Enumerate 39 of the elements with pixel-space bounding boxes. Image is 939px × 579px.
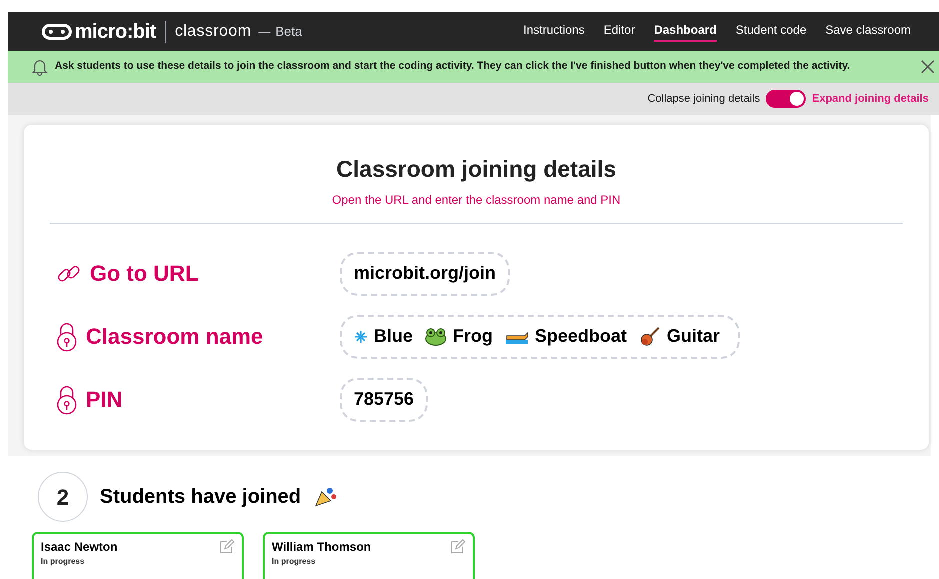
lock-icon (56, 322, 78, 352)
sparkle-icon (354, 330, 368, 344)
party-popper-icon (313, 486, 338, 508)
student-status: In progress (41, 557, 86, 567)
students-heading: Students have joined (100, 485, 302, 510)
toggle-label: Collapse joining details (648, 92, 760, 107)
value-text: microbit.org/join (354, 262, 496, 285)
name-word: Guitar (667, 325, 720, 348)
frog-icon (425, 328, 448, 346)
guitar-icon (639, 326, 662, 348)
value-text: 785756 (354, 388, 414, 411)
lock-icon (56, 384, 78, 414)
bell-icon (32, 58, 48, 76)
name-word: Frog (453, 325, 494, 348)
nav-link[interactable]: Student code (736, 21, 807, 42)
nav-link[interactable]: Save classroom (826, 21, 911, 42)
name-word: Speedboat (535, 325, 628, 348)
detail-label: Classroom name (86, 323, 264, 351)
student-name: William Thomson (272, 539, 372, 556)
dash-text: — (258, 24, 271, 40)
student-name: Isaac Newton (41, 539, 118, 556)
logo-text: micro:bit (75, 20, 156, 44)
count-badge: 2 (38, 472, 88, 522)
close-button[interactable] (921, 60, 935, 74)
nav-link[interactable]: Dashboard (654, 21, 717, 42)
name-word: Blue (374, 325, 414, 348)
beta-label: Beta (276, 22, 302, 41)
detail-label: Go to URL (90, 260, 199, 288)
banner-text: Ask students to use these details to join the classroom and start the coding activity. They can click the I've finished button when they've completed the activity. (55, 59, 850, 74)
card-title: Classroom joining details (336, 155, 618, 184)
card-subtitle: Open the URL and enter the classroom name and PIN (331, 192, 622, 209)
toggle-label: Expand joining details (812, 92, 929, 107)
student-status: In progress (272, 557, 317, 567)
nav-link[interactable]: Editor (604, 21, 636, 42)
logo-icon (42, 24, 72, 40)
detail-label: PIN (86, 386, 123, 414)
nav-link[interactable]: Instructions (523, 21, 585, 42)
toggle-switch[interactable] (766, 90, 806, 108)
product-name: classroom (175, 22, 252, 42)
